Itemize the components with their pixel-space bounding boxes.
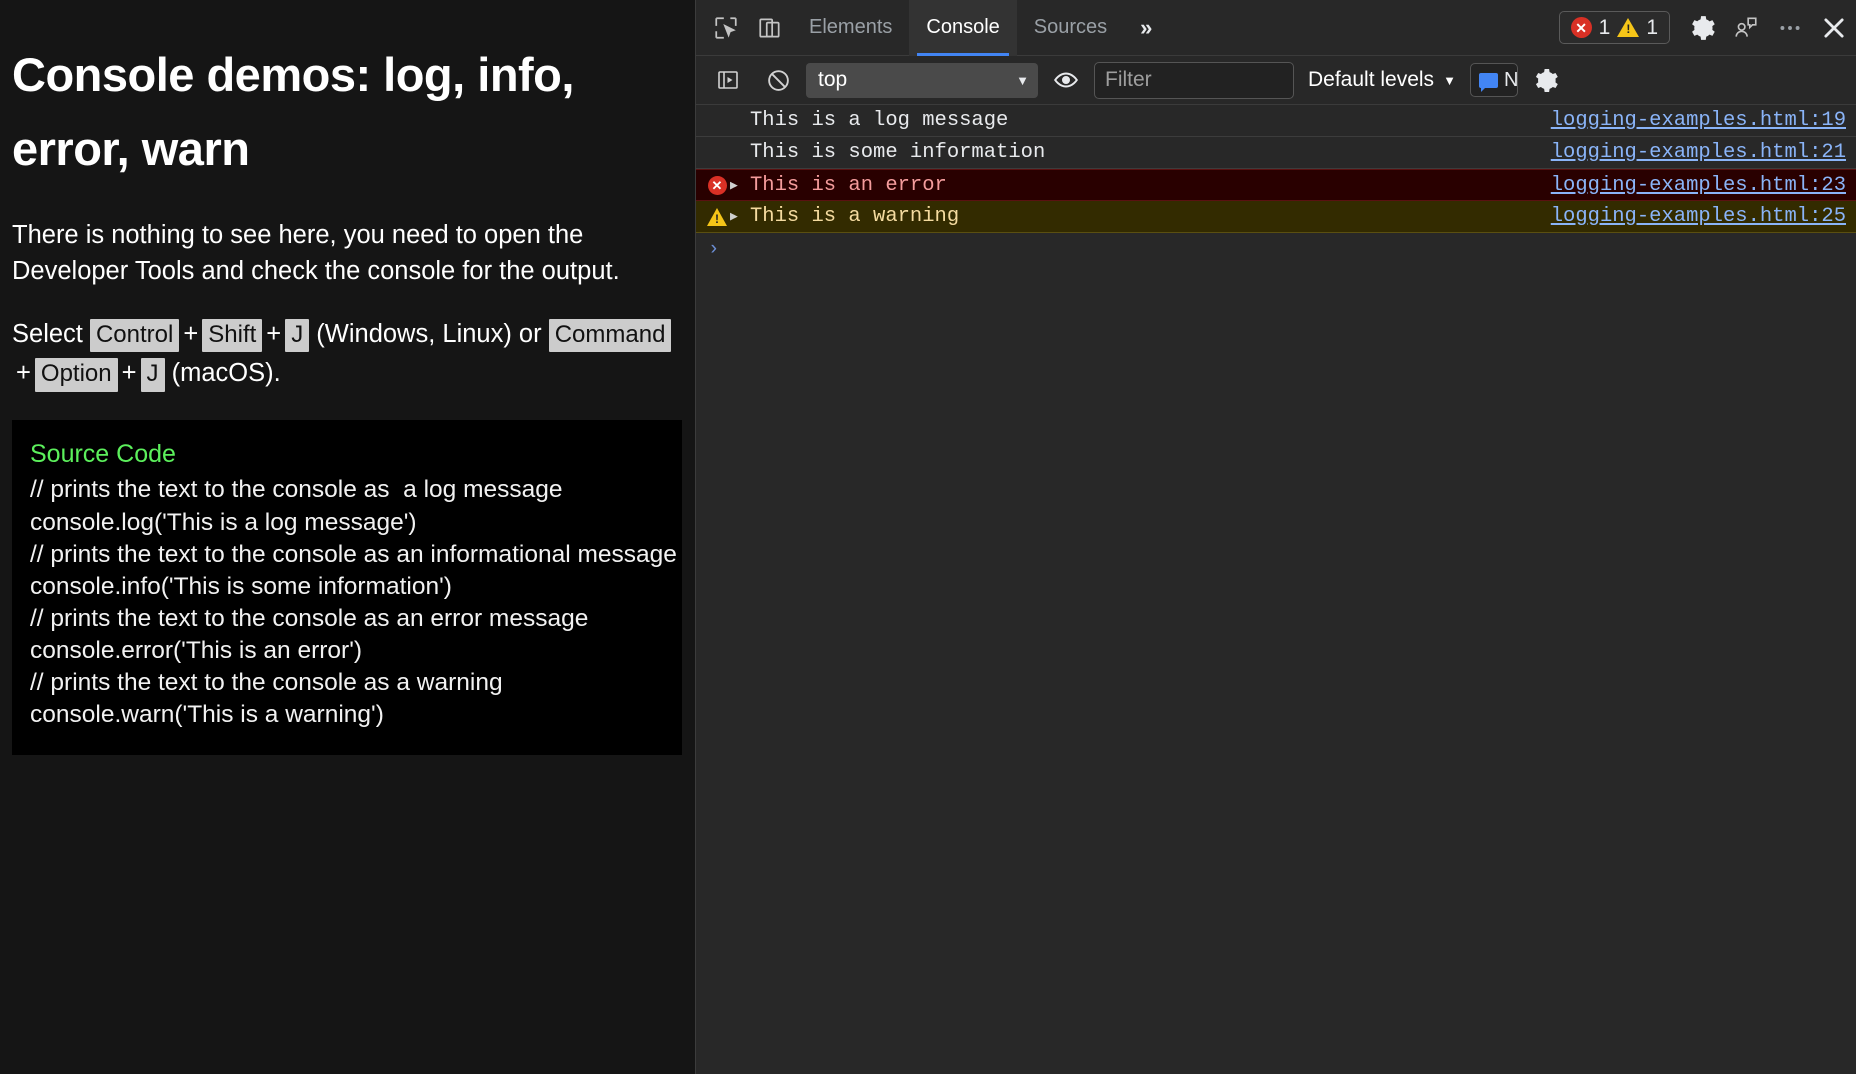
- console-source-link[interactable]: logging-examples.html:21: [1551, 141, 1846, 164]
- console-message-error[interactable]: ✕ ▶ This is an error logging-examples.ht…: [696, 169, 1856, 201]
- log-levels-label: Default levels: [1308, 68, 1434, 92]
- devtools-panel: Elements Console Sources » ✕ 1 1: [695, 0, 1856, 1074]
- issues-chip-label: N: [1504, 69, 1518, 92]
- log-levels-dropdown[interactable]: Default levels ▼: [1300, 63, 1464, 98]
- warning-icon: [704, 208, 730, 226]
- console-source-link[interactable]: logging-examples.html:25: [1551, 205, 1846, 228]
- code-line: // prints the text to the console as an …: [30, 539, 664, 571]
- warning-icon: [1617, 18, 1639, 37]
- chevron-down-icon: ▼: [1443, 73, 1456, 88]
- code-line: // prints the text to the console as a l…: [30, 474, 664, 506]
- more-tabs-icon[interactable]: »: [1124, 15, 1166, 41]
- console-message-warning[interactable]: ▶ This is a warning logging-examples.htm…: [696, 201, 1856, 233]
- console-prompt[interactable]: ›: [696, 233, 1856, 265]
- plus-sign: +: [118, 359, 141, 387]
- issues-summary-pill[interactable]: ✕ 1 1: [1559, 11, 1670, 44]
- device-toolbar-icon[interactable]: [748, 6, 792, 50]
- feedback-person-icon[interactable]: [1724, 6, 1768, 50]
- code-line: console.warn('This is a warning'): [30, 699, 664, 731]
- tab-label: Elements: [809, 16, 892, 39]
- tab-elements[interactable]: Elements: [792, 0, 909, 56]
- console-message-log[interactable]: This is a log message logging-examples.h…: [696, 105, 1856, 137]
- console-message-text: This is some information: [746, 141, 1539, 164]
- plus-sign: +: [12, 359, 35, 387]
- code-line: // prints the text to the console as a w…: [30, 667, 664, 699]
- console-message-list: This is a log message logging-examples.h…: [696, 105, 1856, 1074]
- shortcut-windows-suffix: (Windows, Linux) or: [316, 320, 541, 348]
- console-message-text: This is a warning: [746, 205, 1539, 228]
- execution-context-select[interactable]: top ▼: [806, 63, 1038, 98]
- error-icon: ✕: [704, 176, 730, 195]
- console-message-text: This is a log message: [746, 109, 1539, 132]
- console-source-link[interactable]: logging-examples.html:23: [1551, 174, 1846, 197]
- close-icon[interactable]: [1812, 6, 1856, 50]
- kbd-j-mac: J: [141, 358, 165, 391]
- error-icon: ✕: [1571, 17, 1592, 38]
- shortcut-paragraph: Select Control+Shift+J (Windows, Linux) …: [12, 315, 681, 394]
- console-filter-toolbar: top ▼ Default levels ▼ N: [696, 56, 1856, 105]
- clear-console-icon[interactable]: [756, 58, 800, 102]
- shortcut-mac-suffix: (macOS).: [172, 359, 281, 387]
- plus-sign: +: [262, 320, 285, 348]
- tab-sources[interactable]: Sources: [1017, 0, 1124, 56]
- code-line: // prints the text to the console as an …: [30, 603, 664, 635]
- gear-icon[interactable]: [1680, 6, 1724, 50]
- kbd-shift: Shift: [202, 319, 262, 352]
- console-message-text: This is an error: [746, 174, 1539, 197]
- tab-label: Sources: [1034, 16, 1107, 39]
- filter-input[interactable]: [1094, 62, 1294, 99]
- expand-arrow-icon[interactable]: ▶: [730, 178, 746, 193]
- page-intro-paragraph: There is nothing to see here, you need t…: [12, 217, 681, 289]
- code-line: console.log('This is a log message'): [30, 507, 664, 539]
- console-settings-gear-icon[interactable]: [1524, 58, 1568, 102]
- issues-chat-icon: [1479, 73, 1498, 88]
- kbd-j-windows: J: [285, 319, 309, 352]
- source-code-heading: Source Code: [30, 438, 664, 471]
- chevron-down-icon: ▼: [1016, 73, 1029, 88]
- devtools-main-toolbar: Elements Console Sources » ✕ 1 1: [696, 0, 1856, 56]
- console-source-link[interactable]: logging-examples.html:19: [1551, 109, 1846, 132]
- kbd-command: Command: [549, 319, 672, 352]
- console-sidebar-icon[interactable]: [706, 58, 750, 102]
- inspect-element-icon[interactable]: [704, 6, 748, 50]
- error-count: 1: [1599, 16, 1611, 40]
- warning-count: 1: [1646, 16, 1658, 40]
- tab-console[interactable]: Console: [909, 0, 1016, 56]
- kbd-control: Control: [90, 319, 179, 352]
- live-expression-icon[interactable]: [1044, 58, 1088, 102]
- plus-sign: +: [179, 320, 202, 348]
- tab-label: Console: [926, 16, 999, 39]
- kbd-option: Option: [35, 358, 118, 391]
- code-line: console.error('This is an error'): [30, 635, 664, 667]
- code-line: console.info('This is some information'): [30, 571, 664, 603]
- console-message-info[interactable]: This is some information logging-example…: [696, 137, 1856, 169]
- app-screen: Console demos: log, info, error, warn Th…: [0, 0, 1856, 1074]
- expand-arrow-icon[interactable]: ▶: [730, 209, 746, 224]
- shortcut-prefix: Select: [12, 320, 83, 348]
- prompt-chevron-icon: ›: [708, 238, 719, 260]
- execution-context-value: top: [818, 68, 847, 92]
- web-page-content: Console demos: log, info, error, warn Th…: [0, 0, 695, 1074]
- more-options-icon[interactable]: [1768, 6, 1812, 50]
- page-title: Console demos: log, info, error, warn: [12, 38, 681, 187]
- source-code-block: Source Code // prints the text to the co…: [12, 420, 682, 755]
- issues-chip[interactable]: N: [1470, 63, 1518, 97]
